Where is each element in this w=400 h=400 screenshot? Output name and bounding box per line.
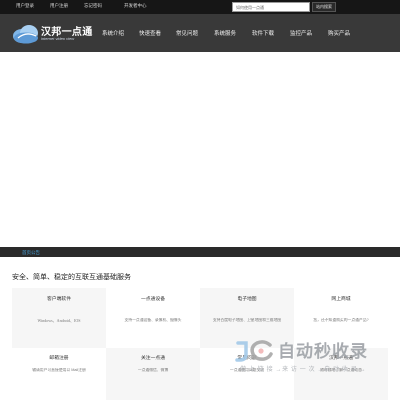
service-card-desc: 支持百度电子地图、卫星地图和三维地图: [212, 318, 282, 322]
site-search-button[interactable]: 站内搜索: [312, 2, 336, 12]
nav-item-monitoring-products[interactable]: 监控产品: [290, 29, 312, 37]
nav-item-downloads[interactable]: 软件下载: [252, 29, 274, 37]
login-link[interactable]: 用户登录: [16, 3, 34, 9]
service-card-title: 网上商城: [331, 297, 351, 302]
service-card-title: 邮箱注册: [49, 356, 69, 361]
service-card-title: 关注一点通: [141, 356, 165, 361]
watermark: 自动秒收录 做 上 链 接 →来 访 一 次 →自 动 收 录 →: [234, 335, 384, 377]
forgot-password-link[interactable]: 忘记密码: [84, 3, 102, 9]
brand-tagline: internet video view: [41, 36, 75, 41]
nav-item-services[interactable]: 系统服务: [214, 29, 236, 37]
service-card-follow[interactable]: 关注一点通 一点通微信、微博: [106, 348, 200, 400]
service-card-title: 电子地图: [237, 297, 257, 302]
service-card-client-software[interactable]: 客户端软件 Windows、Android、IOS: [12, 288, 106, 348]
service-card-devices[interactable]: 一点通设备 支持一点通设备、录像机、摄像头: [106, 288, 200, 348]
service-card-desc: 输请用户可直接使用以 Mail注册: [32, 368, 86, 372]
service-card-title: 客户端软件: [47, 297, 71, 302]
nav-item-quick-view[interactable]: 快速查看: [139, 29, 161, 37]
search-input[interactable]: 如何使用一点通: [232, 2, 310, 12]
nav-item-system-intro[interactable]: 系统介绍: [102, 29, 124, 37]
service-card-desc: Windows、Android、IOS: [37, 318, 81, 323]
banner-area: [0, 52, 400, 247]
main-navbar: 汉邦一点通 internet video view 系统介绍 快速查看 常见问题…: [0, 14, 400, 52]
service-card-desc: 您，还不知道购买的一点通产品?: [313, 318, 369, 322]
nav-item-faq[interactable]: 常见问题: [176, 29, 198, 37]
section-title: 安全、简单、稳定的互联互通基础服务: [12, 274, 131, 281]
watermark-subtitle: 做 上 链 接 →来 访 一 次 →自 动 收 录 →: [240, 367, 367, 373]
service-card-title: 一点通设备: [141, 297, 165, 302]
top-bar: 用户登录 用户注册 忘记密码 开发者中心 如何使用一点通 站内搜索: [0, 0, 400, 14]
service-card-email-register[interactable]: 邮箱注册 输请用户可直接使用以 Mail注册: [12, 348, 106, 400]
service-card-desc: 一点通微信、微博: [137, 368, 169, 372]
service-card-desc: 支持一点通设备、录像机、摄像头: [124, 318, 182, 322]
watermark-title: 自动秒收录: [278, 342, 368, 361]
cloud-logo-icon: [13, 25, 38, 44]
developer-center-link[interactable]: 开发者中心: [124, 3, 147, 9]
brand-logo[interactable]: 汉邦一点通 internet video view: [12, 21, 92, 47]
nav-item-buy-products[interactable]: 购买产品: [328, 29, 350, 37]
homepage-notice-link[interactable]: 首页公告: [22, 250, 40, 256]
notice-bar: 首页公告: [0, 247, 400, 257]
watermark-logo-icon: [235, 340, 273, 362]
register-link[interactable]: 用户注册: [50, 3, 68, 9]
